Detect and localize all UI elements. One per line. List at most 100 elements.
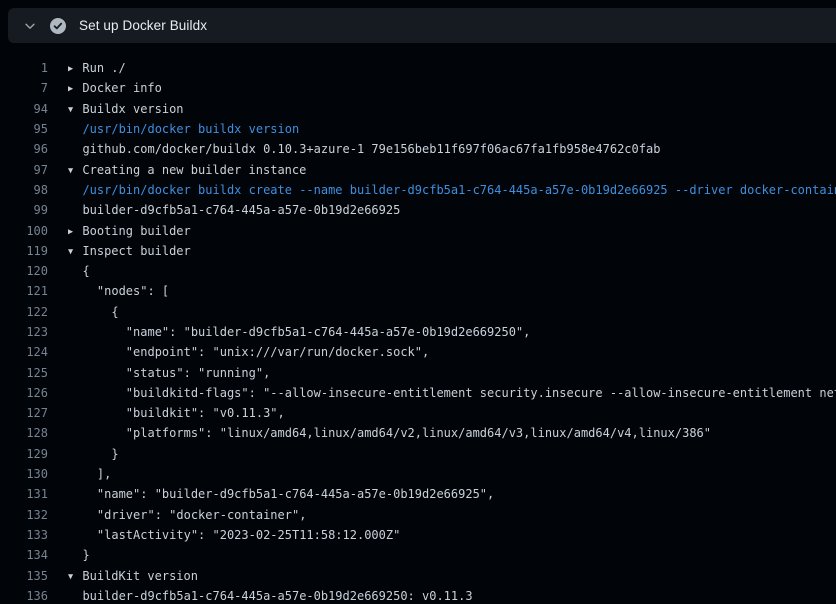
log-line: 130 ], [0, 464, 836, 484]
log-text: "lastActivity": "2023-02-25T11:58:12.000… [68, 528, 400, 542]
line-number[interactable]: 119 [0, 244, 48, 258]
line-number[interactable]: 129 [0, 447, 48, 461]
collapse-arrow-icon[interactable]: ▼ [68, 166, 82, 176]
group-title: Buildx version [82, 102, 183, 116]
log-text: "name": "builder-d9cfb5a1-c764-445a-a57e… [68, 325, 530, 339]
log-group-header[interactable]: 94 ▼Buildx version [0, 99, 836, 119]
group-title: Inspect builder [82, 244, 190, 258]
chevron-down-icon[interactable] [18, 14, 42, 38]
log-text: { [68, 305, 119, 319]
log-line: 125 "status": "running", [0, 362, 836, 382]
line-number[interactable]: 130 [0, 467, 48, 481]
log-text: } [68, 548, 90, 562]
line-number[interactable]: 124 [0, 345, 48, 359]
line-number[interactable]: 127 [0, 406, 48, 420]
log-text: ], [68, 467, 111, 481]
log-text: } [68, 447, 119, 461]
line-number[interactable]: 123 [0, 325, 48, 339]
log-text: ▶Booting builder [68, 224, 191, 238]
log-line: 95 /usr/bin/docker buildx version [0, 119, 836, 139]
log-group-header[interactable]: 119 ▼Inspect builder [0, 241, 836, 261]
collapse-arrow-icon[interactable]: ▼ [68, 247, 82, 257]
expand-arrow-icon[interactable]: ▶ [68, 64, 82, 74]
log-line: 131 "name": "builder-d9cfb5a1-c764-445a-… [0, 484, 836, 504]
log-line: 128 "platforms": "linux/amd64,linux/amd6… [0, 423, 836, 443]
log-group-header[interactable]: 7 ▶Docker info [0, 78, 836, 98]
step-title: Set up Docker Buildx [79, 18, 207, 33]
line-number[interactable]: 136 [0, 589, 48, 603]
log-text: ▼BuildKit version [68, 569, 198, 583]
log-line: 134 } [0, 545, 836, 565]
line-number[interactable]: 7 [0, 81, 48, 95]
log-text: builder-d9cfb5a1-c764-445a-a57e-0b19d2e6… [68, 589, 473, 603]
log-text: { [68, 264, 90, 278]
log-line: 98 /usr/bin/docker buildx create --name … [0, 180, 836, 200]
log-group-header[interactable]: 100 ▶Booting builder [0, 220, 836, 240]
group-title: Run ./ [82, 61, 125, 75]
expand-arrow-icon[interactable]: ▶ [68, 227, 82, 237]
check-circle-icon [50, 18, 66, 34]
log-line: 129 } [0, 444, 836, 464]
log-text: "name": "builder-d9cfb5a1-c764-445a-a57e… [68, 487, 494, 501]
group-title: Booting builder [82, 224, 190, 238]
line-number[interactable]: 96 [0, 142, 48, 156]
line-number[interactable]: 131 [0, 487, 48, 501]
log-text: ▼Buildx version [68, 102, 184, 116]
line-number[interactable]: 98 [0, 183, 48, 197]
log-text: "nodes": [ [68, 284, 169, 298]
expand-arrow-icon[interactable]: ▶ [68, 84, 82, 94]
log-line: 120 { [0, 261, 836, 281]
log-text: /usr/bin/docker buildx create --name bui… [68, 183, 836, 197]
line-number[interactable]: 126 [0, 386, 48, 400]
step-header-bar[interactable]: Set up Docker Buildx [8, 8, 836, 43]
log-line: 99 builder-d9cfb5a1-c764-445a-a57e-0b19d… [0, 200, 836, 220]
log-text: github.com/docker/buildx 0.10.3+azure-1 … [68, 142, 660, 156]
line-number[interactable]: 135 [0, 569, 48, 583]
line-number[interactable]: 134 [0, 548, 48, 562]
group-title: BuildKit version [82, 569, 198, 583]
line-number[interactable]: 95 [0, 122, 48, 136]
log-text: ▶Docker info [68, 81, 162, 95]
line-number[interactable]: 99 [0, 203, 48, 217]
log-text: "status": "running", [68, 366, 270, 380]
collapse-arrow-icon[interactable]: ▼ [68, 105, 82, 115]
line-number[interactable]: 121 [0, 284, 48, 298]
log-group-header[interactable]: 97 ▼Creating a new builder instance [0, 159, 836, 179]
log-line: 126 "buildkitd-flags": "--allow-insecure… [0, 383, 836, 403]
collapse-arrow-icon[interactable]: ▼ [68, 572, 82, 582]
log-text: "platforms": "linux/amd64,linux/amd64/v2… [68, 426, 711, 440]
log-line: 127 "buildkit": "v0.11.3", [0, 403, 836, 423]
line-number[interactable]: 125 [0, 366, 48, 380]
line-number[interactable]: 133 [0, 528, 48, 542]
line-number[interactable]: 128 [0, 426, 48, 440]
log-line: 133 "lastActivity": "2023-02-25T11:58:12… [0, 525, 836, 545]
log-line: 121 "nodes": [ [0, 281, 836, 301]
line-number[interactable]: 122 [0, 305, 48, 319]
log-text: "buildkit": "v0.11.3", [68, 406, 285, 420]
line-number[interactable]: 132 [0, 508, 48, 522]
log-group-header[interactable]: 135 ▼BuildKit version [0, 565, 836, 585]
log-text: ▶Run ./ [68, 61, 126, 75]
line-number[interactable]: 100 [0, 224, 48, 238]
log-text: builder-d9cfb5a1-c764-445a-a57e-0b19d2e6… [68, 203, 400, 217]
log-line: 124 "endpoint": "unix:///var/run/docker.… [0, 342, 836, 362]
log-text: "endpoint": "unix:///var/run/docker.sock… [68, 345, 429, 359]
log-text: "driver": "docker-container", [68, 508, 306, 522]
line-number[interactable]: 120 [0, 264, 48, 278]
log-text: ▼Inspect builder [68, 244, 191, 258]
group-title: Docker info [82, 81, 161, 95]
log-line: 123 "name": "builder-d9cfb5a1-c764-445a-… [0, 322, 836, 342]
group-title: Creating a new builder instance [82, 163, 306, 177]
log-container: 1▶Run ./7▶Docker info94▼Buildx version95… [0, 43, 836, 604]
log-line: 132 "driver": "docker-container", [0, 505, 836, 525]
line-number[interactable]: 1 [0, 61, 48, 75]
line-number[interactable]: 94 [0, 102, 48, 116]
log-text: ▼Creating a new builder instance [68, 163, 306, 177]
log-line: 136 builder-d9cfb5a1-c764-445a-a57e-0b19… [0, 586, 836, 604]
log-group-header[interactable]: 1 ▶Run ./ [0, 58, 836, 78]
log-line: 122 { [0, 302, 836, 322]
log-text: "buildkitd-flags": "--allow-insecure-ent… [68, 386, 836, 400]
line-number[interactable]: 97 [0, 163, 48, 177]
log-text: /usr/bin/docker buildx version [68, 122, 299, 136]
log-line: 96 github.com/docker/buildx 0.10.3+azure… [0, 139, 836, 159]
